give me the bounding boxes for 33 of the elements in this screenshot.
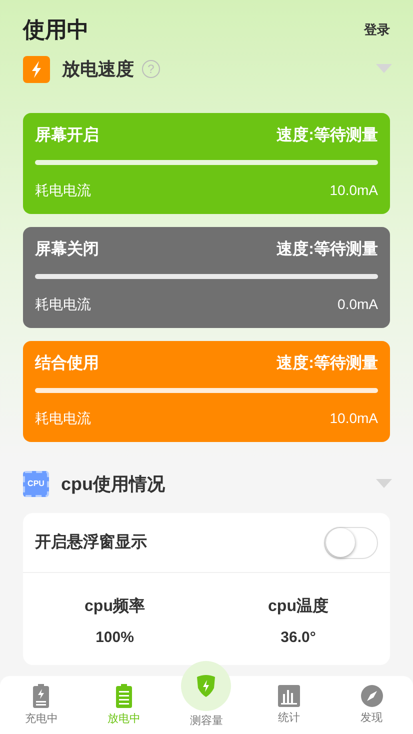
speed-label: 速度:等待测量 <box>276 239 378 260</box>
card-title: 屏幕开启 <box>35 125 99 146</box>
speed-label: 速度:等待测量 <box>276 353 378 374</box>
current-value: 0.0mA <box>338 295 378 314</box>
lightning-icon <box>23 56 50 82</box>
section-title: cpu使用情况 <box>61 472 166 496</box>
dropdown-caret-icon[interactable] <box>376 64 392 74</box>
nav-tab[interactable]: 发现 <box>330 676 413 734</box>
current-label: 耗电电流 <box>35 181 91 200</box>
nav-tab[interactable]: 统计 <box>248 676 330 734</box>
section-title: 放电速度 <box>62 58 134 80</box>
stat-value: 36.0° <box>280 628 316 648</box>
current-value: 10.0mA <box>330 409 378 428</box>
current-label: 耗电电流 <box>35 409 91 428</box>
compass-icon <box>360 685 383 708</box>
stat-label: cpu频率 <box>84 596 145 617</box>
stat-label: cpu温度 <box>268 596 328 617</box>
toggle-switch[interactable] <box>324 526 378 558</box>
page-title: 使用中 <box>23 16 89 44</box>
nav-tab[interactable]: 充电中 <box>0 676 83 734</box>
stat-value: 100% <box>96 628 134 648</box>
card-title: 结合使用 <box>35 354 99 374</box>
current-value: 10.0mA <box>330 181 378 200</box>
cpu-icon: CPU <box>23 471 49 497</box>
card-title: 屏幕关闭 <box>35 239 99 260</box>
login-link[interactable]: 登录 <box>364 20 390 40</box>
bar-chart-icon <box>278 685 300 708</box>
battery-charging-icon <box>32 684 50 708</box>
floating-window-label: 开启悬浮窗显示 <box>35 532 147 552</box>
dropdown-caret-icon[interactable] <box>376 479 392 489</box>
battery-full-icon <box>114 684 133 708</box>
speed-label: 速度:等待测量 <box>276 125 378 146</box>
current-label: 耗电电流 <box>35 295 91 314</box>
